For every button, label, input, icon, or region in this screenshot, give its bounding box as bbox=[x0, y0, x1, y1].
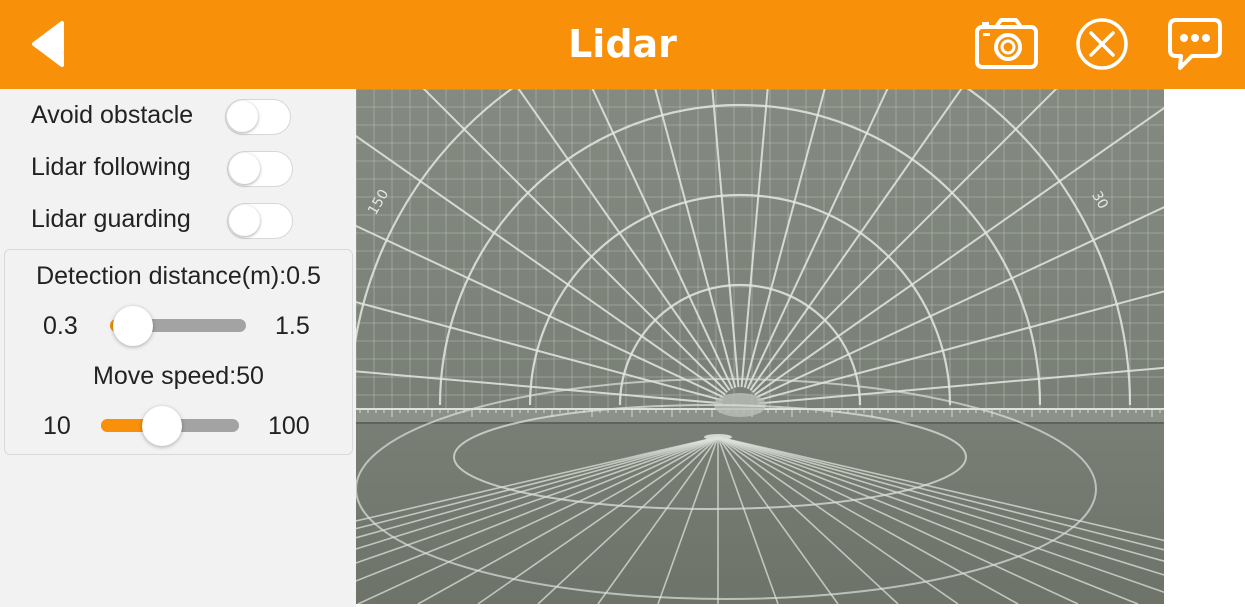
move-speed-label: Move speed:50 bbox=[93, 362, 264, 390]
chat-bubble-icon bbox=[1168, 18, 1222, 70]
lidar-grid-image: 150 30 bbox=[356, 89, 1164, 604]
avoid-obstacle-label: Avoid obstacle bbox=[31, 101, 194, 129]
chat-button[interactable] bbox=[1166, 16, 1224, 72]
speed-max-label: 100 bbox=[268, 412, 310, 440]
detection-distance-slider[interactable] bbox=[110, 306, 246, 346]
avoid-obstacle-switch[interactable] bbox=[225, 99, 291, 135]
switch-knob bbox=[229, 153, 260, 184]
slider-thumb[interactable] bbox=[113, 306, 153, 346]
switch-knob bbox=[227, 101, 258, 132]
top-bar: Lidar bbox=[0, 0, 1245, 89]
settings-box: Detection distance(m):0.5 0.3 1.5 Move s… bbox=[4, 249, 353, 455]
lidar-following-switch[interactable] bbox=[227, 151, 293, 187]
back-button[interactable] bbox=[28, 20, 68, 68]
right-blank-area bbox=[1164, 89, 1245, 607]
close-button[interactable] bbox=[1074, 16, 1130, 72]
back-arrow-icon bbox=[32, 21, 64, 67]
lidar-guarding-switch[interactable] bbox=[227, 203, 293, 239]
camera-button[interactable] bbox=[974, 16, 1040, 72]
avoid-obstacle-row: Avoid obstacle bbox=[0, 95, 356, 139]
distance-max-label: 1.5 bbox=[275, 312, 310, 340]
switch-knob bbox=[229, 205, 260, 236]
page-title: Lidar bbox=[568, 22, 677, 66]
speed-min-label: 10 bbox=[43, 412, 71, 440]
lidar-following-label: Lidar following bbox=[31, 153, 191, 181]
lidar-guarding-row: Lidar guarding bbox=[0, 199, 356, 243]
detection-distance-label: Detection distance(m):0.5 bbox=[36, 262, 321, 290]
distance-min-label: 0.3 bbox=[43, 312, 78, 340]
lidar-following-row: Lidar following bbox=[0, 147, 356, 191]
close-circle-icon bbox=[1076, 18, 1128, 70]
slider-thumb[interactable] bbox=[142, 406, 182, 446]
move-speed-slider[interactable] bbox=[101, 406, 239, 446]
lidar-guarding-label: Lidar guarding bbox=[31, 205, 191, 233]
camera-icon bbox=[975, 18, 1038, 69]
lidar-camera-view: 150 30 bbox=[356, 89, 1164, 604]
